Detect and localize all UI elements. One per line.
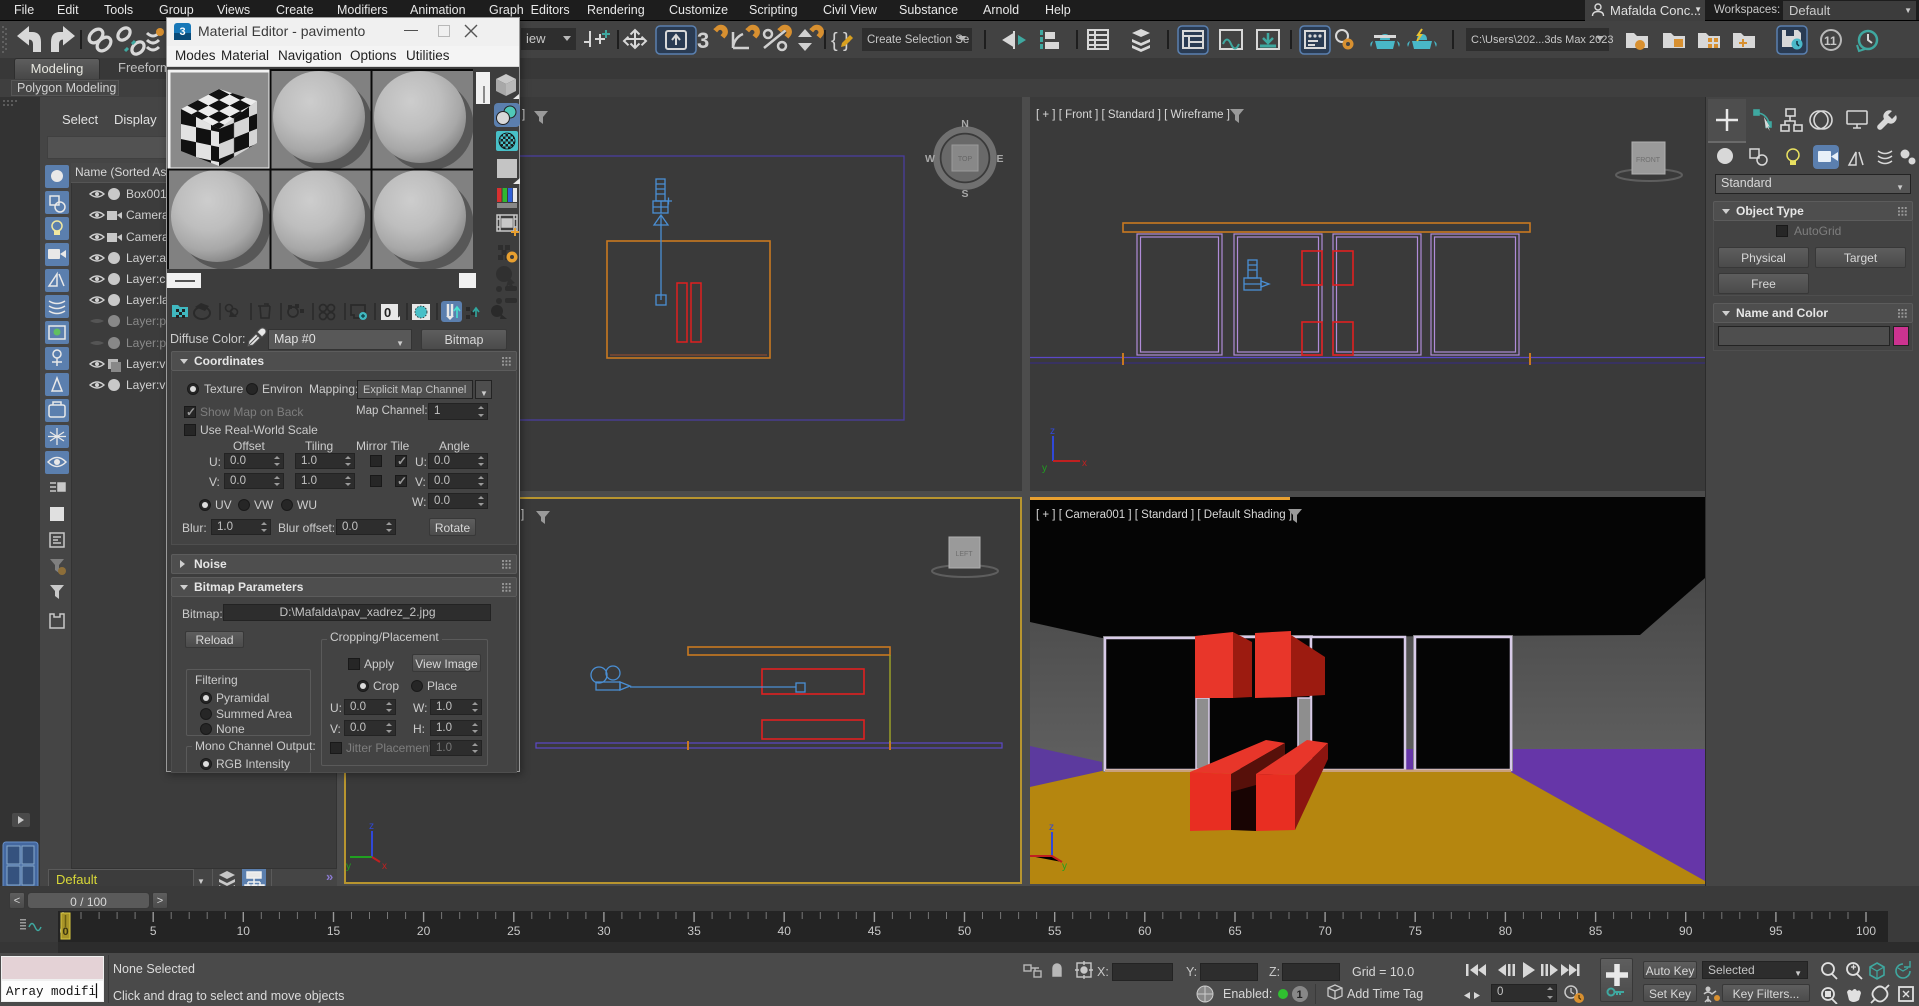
svg-text:15: 15 (327, 924, 341, 938)
svg-text:x: x (1082, 458, 1087, 469)
svg-text:[ + ] [ Camera001 ] [ Standard: [ + ] [ Camera001 ] [ Standard ] [ Defau… (1036, 509, 1292, 521)
svg-text:75: 75 (1409, 924, 1423, 938)
svg-text:z: z (369, 821, 374, 832)
svg-text:20: 20 (417, 924, 431, 938)
svg-text:3: 3 (179, 26, 185, 38)
svg-text:60: 60 (1138, 924, 1152, 938)
svg-text:11: 11 (1824, 34, 1837, 48)
svg-text:{: { (831, 30, 838, 52)
svg-text:35: 35 (687, 924, 701, 938)
svg-text:40: 40 (778, 924, 792, 938)
svg-text:95: 95 (1769, 924, 1783, 938)
svg-text:z: z (1050, 426, 1055, 437)
svg-text:y: y (1042, 463, 1047, 474)
svg-text:C:\Users\202...3ds Max 2023: C:\Users\202...3ds Max 2023 (1471, 34, 1613, 46)
svg-text:N: N (961, 118, 969, 130)
svg-text:z: z (1049, 822, 1054, 833)
svg-text:FRONT: FRONT (1636, 157, 1661, 164)
svg-text:25: 25 (507, 924, 521, 938)
svg-text:Enabled:: Enabled: (1223, 987, 1272, 1001)
svg-text:80: 80 (1499, 924, 1513, 938)
svg-text:]: ] (521, 509, 524, 521)
svg-text:LEFT: LEFT (955, 551, 973, 558)
svg-text:S: S (961, 188, 968, 200)
svg-text:W: W (925, 153, 935, 165)
svg-text:[ + ] [ Front ] [ Standard ] [: [ + ] [ Front ] [ Standard ] [ Wireframe… (1036, 109, 1230, 121)
svg-text:1: 1 (1297, 989, 1303, 1001)
svg-text:Add Time Tag: Add Time Tag (1347, 987, 1423, 1001)
svg-text:50: 50 (958, 924, 972, 938)
svg-text:iew: iew (526, 31, 546, 46)
svg-text:30: 30 (597, 924, 611, 938)
svg-text:45: 45 (868, 924, 882, 938)
svg-text:x: x (382, 861, 387, 872)
svg-text:100: 100 (1856, 924, 1876, 938)
svg-text:E: E (996, 153, 1003, 165)
svg-text:55: 55 (1048, 924, 1062, 938)
svg-text:5: 5 (150, 924, 157, 938)
svg-text:y: y (346, 861, 351, 872)
svg-text:10: 10 (237, 924, 251, 938)
svg-text:90: 90 (1679, 924, 1693, 938)
svg-text:70: 70 (1318, 924, 1332, 938)
svg-text:85: 85 (1589, 924, 1603, 938)
svg-text:]: ] (522, 109, 525, 121)
svg-text:y: y (1062, 861, 1067, 872)
svg-text:3: 3 (697, 28, 709, 53)
svg-text:0: 0 (62, 926, 68, 938)
svg-text:0: 0 (384, 305, 391, 320)
svg-text:Create Selection Se: Create Selection Se (867, 34, 969, 46)
svg-text:65: 65 (1228, 924, 1242, 938)
svg-text:TOP: TOP (958, 156, 973, 163)
